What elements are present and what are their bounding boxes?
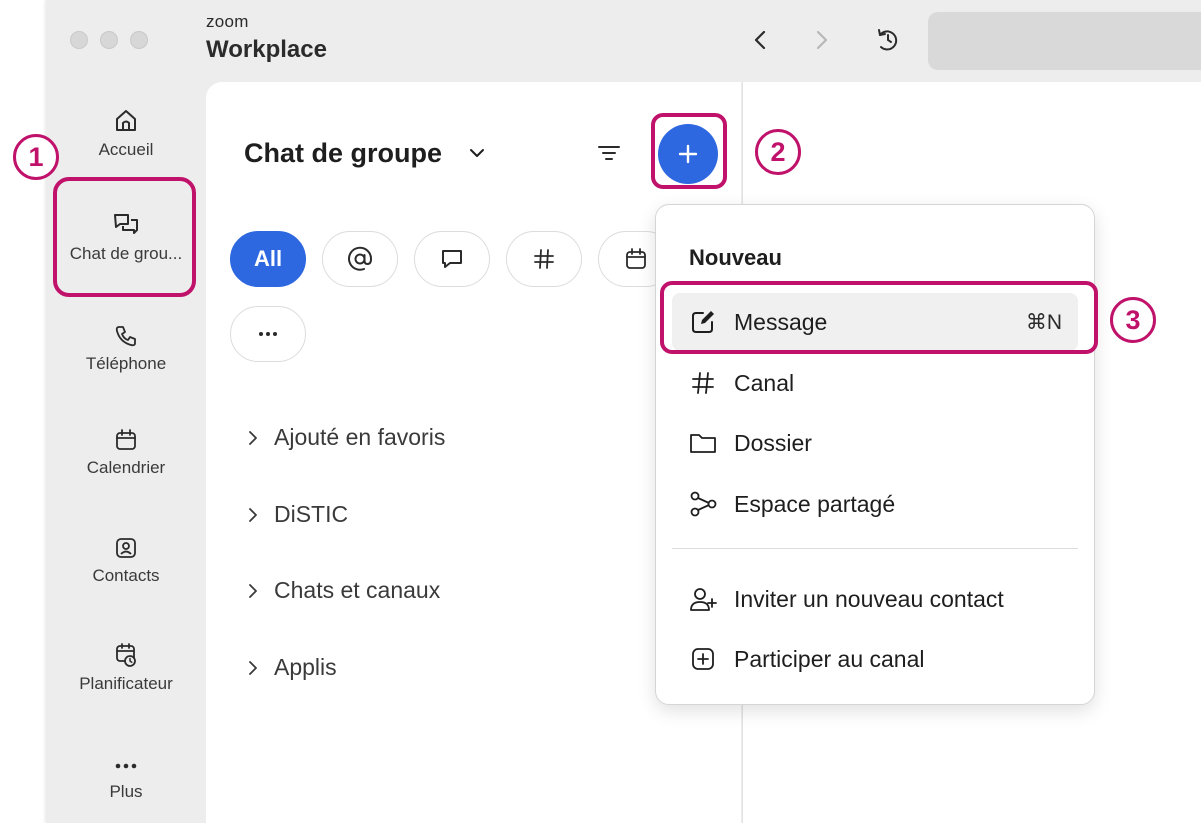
chevron-right-icon [249,430,257,445]
filter-all-pill[interactable]: All [230,231,306,287]
at-sign-icon [348,246,373,271]
more-icon [259,332,277,336]
section-label: DiSTIC [274,501,349,527]
shared-space-icon [690,491,717,517]
menu-item-shared-space[interactable]: Espace partagé [672,475,1078,533]
sidebar-item-label: Calendrier [86,458,166,477]
step-badge-2: 2 [755,129,801,175]
search-bar[interactable] [928,12,1201,70]
minimize-window-button[interactable] [100,31,118,49]
brand-name: Workplace [206,36,327,63]
join-channel-icon [692,648,714,670]
phone-icon [115,326,136,347]
step-badge-1: 1 [13,134,59,180]
chevron-down-icon[interactable] [469,147,485,159]
filter-channels-pill[interactable] [506,231,582,287]
sidebar-item-label: Plus [109,782,143,801]
history-icon [878,29,898,51]
sidebar-item-phone[interactable]: Téléphone [46,324,206,374]
forward-button[interactable] [808,26,836,54]
sidebar-item-label: Accueil [98,140,154,159]
menu-header: Nouveau [689,245,782,270]
sidebar-item-calendar[interactable]: Calendrier [46,428,206,478]
section-apps[interactable]: Applis [248,654,337,681]
new-dropdown-menu: Nouveau Message ⌘N Canal Dossier Espace … [655,204,1095,705]
menu-item-label: Canal [734,369,795,396]
filter-chats-pill[interactable] [414,231,490,287]
sidebar-item-home[interactable]: Accueil [46,108,206,160]
hash-icon [534,249,554,269]
sidebar-item-label: Planificateur [79,674,173,693]
section-label: Chats et canaux [274,577,441,603]
back-button[interactable] [746,26,774,54]
more-icon [115,763,137,769]
chevron-left-icon [754,30,766,50]
chevron-right-icon [249,583,257,598]
page-title: Chat de groupe [244,138,443,168]
sidebar-item-label: Contacts [92,566,160,585]
sidebar-item-contacts[interactable]: Contacts [46,536,206,586]
history-button[interactable] [874,26,902,54]
filter-icon[interactable] [596,142,622,164]
highlight-group-chat [53,177,196,297]
calendar-icon [116,429,136,450]
chevron-right-icon [249,507,257,522]
sidebar-item-label: Téléphone [85,354,167,373]
menu-item-label: Espace partagé [734,490,896,517]
filter-more-pill[interactable] [230,306,306,362]
contacts-icon [116,538,136,558]
folder-icon [690,434,716,453]
menu-item-label: Dossier [734,429,812,456]
sidebar-item-more[interactable]: Plus [46,756,206,802]
section-chats-channels[interactable]: Chats et canaux [248,577,440,604]
zoom-window-button[interactable] [130,31,148,49]
section-label: Ajouté en favoris [274,424,446,450]
menu-item-join-channel[interactable]: Participer au canal [672,630,1078,688]
highlight-message-item [660,281,1098,354]
scheduler-icon [116,643,136,667]
section-distic[interactable]: DiSTIC [248,501,348,528]
section-favorites[interactable]: Ajouté en favoris [248,424,445,451]
menu-item-label: Inviter un nouveau contact [734,585,1004,612]
brand-logo-zoom: zoom [206,12,249,31]
section-label: Applis [274,654,337,680]
chevron-right-icon [816,30,828,50]
step-badge-3: 3 [1110,297,1156,343]
menu-item-label: Participer au canal [734,645,925,672]
menu-item-invite-contact[interactable]: Inviter un nouveau contact [672,570,1078,628]
add-contact-icon [690,588,717,611]
calendar-icon [626,248,646,269]
close-window-button[interactable] [70,31,88,49]
menu-divider [672,548,1078,549]
menu-item-channel[interactable]: Canal [672,354,1078,412]
home-icon [116,110,136,131]
highlight-new-button [651,113,727,189]
menu-item-folder[interactable]: Dossier [672,414,1078,472]
hash-icon [692,372,714,394]
chat-bubble-icon [442,250,462,268]
sidebar-item-scheduler[interactable]: Planificateur [46,642,206,694]
filter-mentions-pill[interactable] [322,231,398,287]
chevron-right-icon [249,660,257,675]
